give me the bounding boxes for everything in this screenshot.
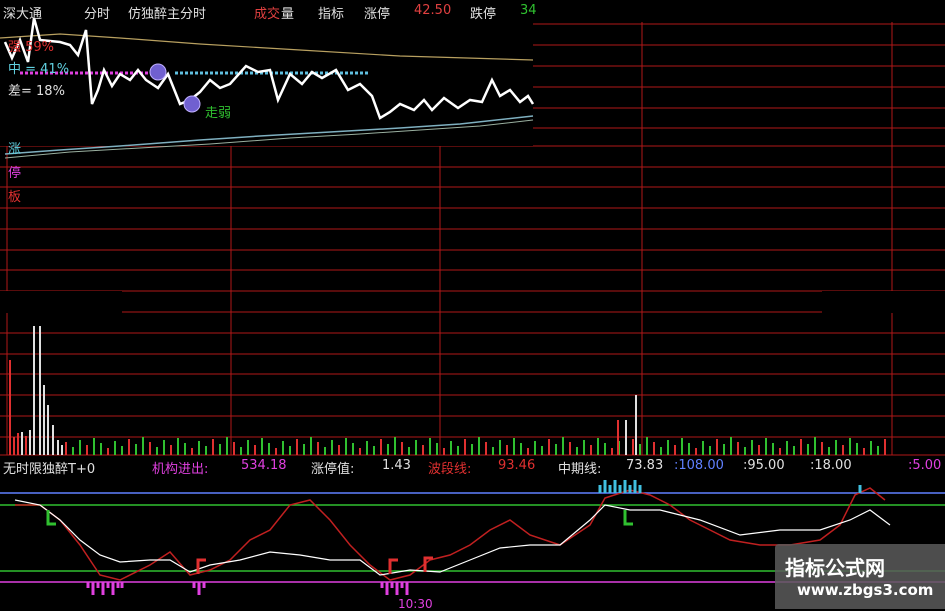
inst-value: 534.18 [241, 458, 287, 473]
mid-term-value: 73.83 [626, 458, 664, 473]
strong-label: 强 59% [8, 40, 55, 55]
status-tag: 走弱 [205, 106, 232, 121]
indicator-title[interactable]: 无时限独醉T+0 [3, 458, 95, 477]
mask-block [0, 291, 122, 313]
watermark-url: www.zbgs3.com [797, 581, 934, 599]
volume-label-b[interactable]: 量 [281, 3, 294, 22]
indicator-menu[interactable]: 指标 [318, 3, 344, 22]
mid-term-line [14, 499, 891, 576]
limit-down-value: 34 [520, 3, 537, 18]
sad-face-icon [149, 63, 167, 81]
side-label-1: 涨 [8, 142, 22, 157]
band-line [15, 487, 886, 581]
mid-label: 中 = 41% [8, 62, 70, 77]
limit-up-value: 42.50 [414, 3, 452, 18]
weak-label: 差= 18% [8, 84, 65, 99]
watermark: 指标公式网 www.zbgs3.com [775, 544, 945, 609]
value-5: :5.00 [908, 458, 942, 473]
side-label-3: 板 [8, 190, 22, 205]
indicator-bar: 无时限独醉T+0 机构进出: 534.18 涨停值: 1.43 波段线: 93.… [0, 457, 945, 477]
volume-label-a[interactable]: 成交 [254, 3, 280, 22]
band-label: 波段线: [428, 462, 472, 477]
mode-tab[interactable]: 分时 [84, 3, 110, 22]
sad-face-icon [183, 95, 201, 113]
indicator-name[interactable]: 仿独醉主分时 [128, 3, 206, 22]
value-108: :108.00 [674, 458, 724, 473]
value-18: :18.00 [810, 458, 852, 473]
time-chart[interactable] [0, 0, 945, 609]
mask-block [822, 291, 945, 313]
mid-term-label: 中期线: [558, 462, 602, 477]
sell-marker-icon [623, 510, 633, 526]
inst-label: 机构进出: [152, 462, 209, 477]
limit-value: 1.43 [382, 458, 411, 473]
watermark-title: 指标公式网 [785, 556, 885, 580]
value-95: :95.00 [743, 458, 785, 473]
side-label-2: 停 [8, 166, 22, 181]
band-value: 93.46 [498, 458, 536, 473]
chart-header: 深大通 分时 仿独醉主分时 成交 量 指标 涨停 42.50 跌停 34 [0, 0, 945, 22]
limit-value-label: 涨停值: [311, 462, 355, 477]
limit-up-label: 涨停 [364, 7, 391, 22]
market-name[interactable]: 深大通 [3, 3, 42, 22]
limit-down-label: 跌停 [470, 7, 497, 22]
